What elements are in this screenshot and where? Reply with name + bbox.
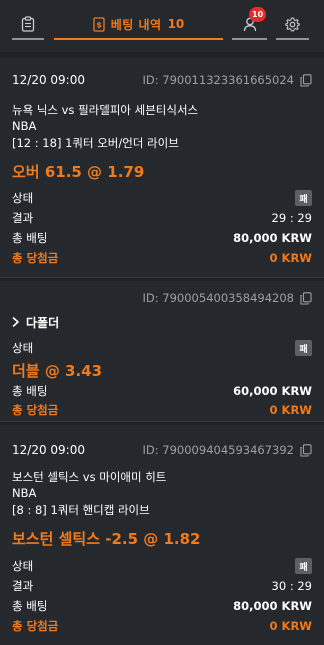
status-label: 상태 bbox=[12, 559, 34, 573]
status-label: 상태 bbox=[12, 191, 34, 205]
multi-folder-label: 다폴더 bbox=[26, 316, 60, 330]
result-label: 결과 bbox=[12, 211, 34, 225]
status-badge: 패 bbox=[295, 190, 312, 206]
tab-betting-history-label: 베팅 내역 bbox=[110, 17, 162, 32]
bet-date: 12/20 09:00 bbox=[12, 443, 85, 457]
notification-badge: 10 bbox=[249, 7, 267, 22]
gear-icon bbox=[285, 17, 300, 32]
bet-id: ID: 790009404593467392 bbox=[142, 443, 294, 457]
result-label: 결과 bbox=[12, 579, 34, 593]
total-win-label: 총 당첨금 bbox=[12, 619, 59, 633]
bet-card: ID: 790005400358494208 다폴더 상태 패 더블 @ 3.4… bbox=[0, 281, 324, 422]
total-win-value: 0 KRW bbox=[269, 403, 312, 417]
bet-id: ID: 790005400358494208 bbox=[142, 291, 294, 305]
tab-betting-history-count: 10 bbox=[167, 17, 185, 31]
total-win-value: 0 KRW bbox=[269, 251, 312, 265]
total-win-label: 총 당첨금 bbox=[12, 403, 59, 417]
league-name: NBA bbox=[12, 119, 37, 133]
tab-clipboard[interactable] bbox=[12, 10, 44, 40]
bet-pick: 더블 @ 3.43 bbox=[12, 362, 103, 380]
copy-icon[interactable] bbox=[300, 443, 312, 457]
league-name: NBA bbox=[12, 486, 37, 500]
total-bet-value: 80,000 KRW bbox=[233, 231, 312, 245]
chevron-right-icon bbox=[12, 316, 20, 330]
total-bet-label: 총 배팅 bbox=[12, 599, 48, 613]
match-name: 보스턴 셀틱스 vs 마이애미 히트 bbox=[12, 470, 167, 484]
bet-card: 12/20 09:00 ID: 790009404593467392 보스턴 셀… bbox=[0, 425, 324, 645]
bet-pick: 보스턴 셀틱스 -2.5 @ 1.82 bbox=[12, 530, 201, 548]
bet-card: 12/20 09:00 ID: 790011323361665024 뉴욕 닉스… bbox=[0, 58, 324, 278]
result-value: 30 : 29 bbox=[271, 579, 312, 593]
tab-bar: $ 베팅 내역 10 10 bbox=[0, 0, 324, 52]
market-name: [12 : 18] 1쿼터 오버/언더 라이브 bbox=[12, 136, 179, 150]
total-win-label: 총 당첨금 bbox=[12, 251, 59, 265]
svg-text:$: $ bbox=[96, 20, 102, 29]
match-name: 뉴욕 닉스 vs 필라델피아 세븐티식서스 bbox=[12, 103, 199, 117]
total-bet-label: 총 배팅 bbox=[12, 384, 48, 398]
status-badge: 패 bbox=[295, 558, 312, 574]
tab-settings[interactable] bbox=[276, 10, 309, 40]
receipt-icon: $ bbox=[93, 16, 105, 32]
bet-id: ID: 790011323361665024 bbox=[142, 73, 294, 87]
clipboard-icon bbox=[21, 16, 35, 32]
copy-icon[interactable] bbox=[300, 291, 312, 305]
bet-pick: 오버 61.5 @ 1.79 bbox=[12, 163, 145, 181]
total-bet-value: 60,000 KRW bbox=[233, 384, 312, 398]
status-label: 상태 bbox=[12, 341, 34, 355]
bet-date: 12/20 09:00 bbox=[12, 73, 85, 87]
copy-icon[interactable] bbox=[300, 73, 312, 87]
result-value: 29 : 29 bbox=[271, 211, 312, 225]
multi-folder-toggle[interactable]: 다폴더 bbox=[12, 314, 59, 331]
status-badge: 패 bbox=[295, 340, 312, 356]
total-bet-value: 80,000 KRW bbox=[233, 599, 312, 613]
total-win-value: 0 KRW bbox=[269, 619, 312, 633]
market-name: [8 : 8] 1쿼터 핸디캡 라이브 bbox=[12, 503, 150, 517]
tab-profile[interactable]: 10 bbox=[232, 7, 267, 40]
total-bet-label: 총 배팅 bbox=[12, 231, 48, 245]
tab-betting-history[interactable]: $ 베팅 내역 10 bbox=[54, 10, 223, 40]
